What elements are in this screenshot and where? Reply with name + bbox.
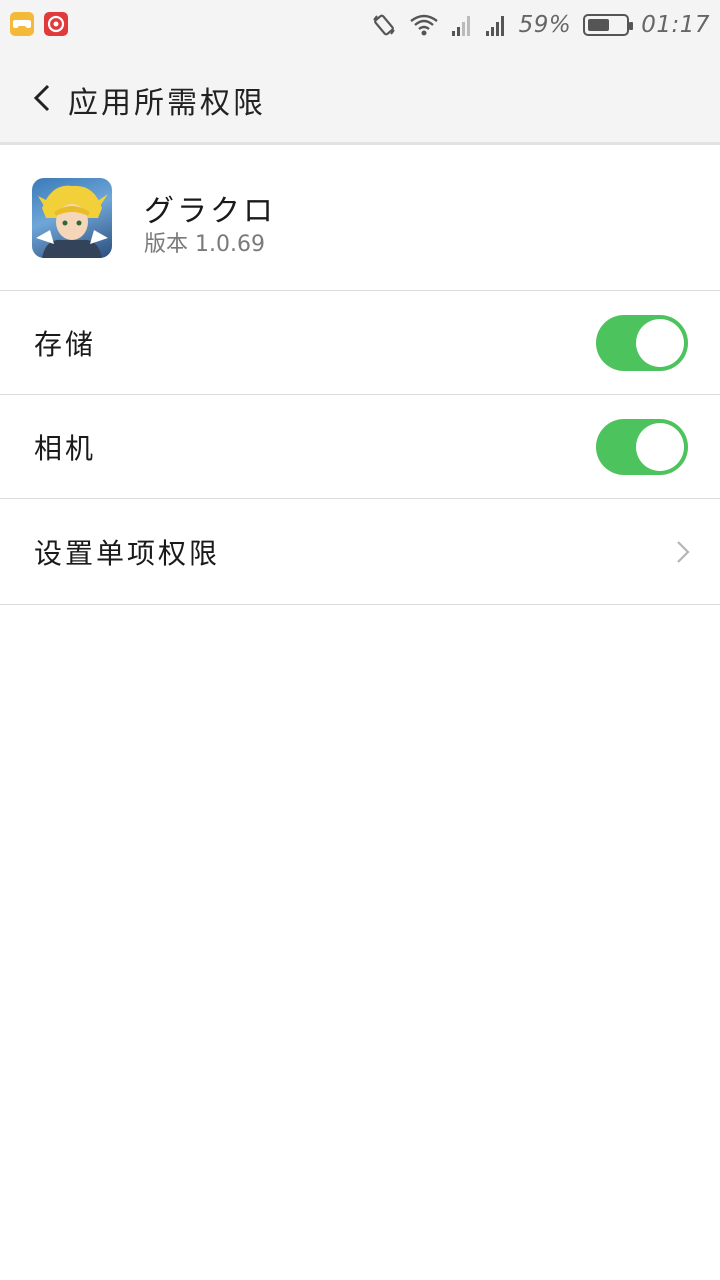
clock: 01:17	[641, 12, 710, 38]
app-icon	[32, 178, 112, 258]
music-icon	[44, 12, 68, 36]
single-permission-settings-row[interactable]: 设置单项权限	[0, 499, 720, 605]
permission-row-camera: 相机	[0, 395, 720, 499]
status-bar: 59% 01:17	[0, 0, 720, 50]
game-icon	[10, 12, 34, 36]
battery-percent: 59%	[518, 12, 572, 38]
wifi-icon	[409, 14, 438, 36]
app-version: 版本 1.0.69	[144, 232, 265, 257]
back-button[interactable]	[22, 76, 62, 120]
toggle-knob	[636, 318, 684, 367]
signal-icon	[485, 16, 504, 36]
app-info: グラクロ 版本 1.0.69	[0, 148, 720, 291]
page-title: 应用所需权限	[68, 86, 266, 121]
chevron-left-icon	[33, 84, 50, 112]
battery-icon	[583, 14, 634, 36]
rotate-icon	[372, 14, 395, 36]
chevron-right-icon	[677, 540, 690, 563]
storage-toggle[interactable]	[596, 314, 688, 371]
battery-level	[588, 19, 610, 31]
app-name: グラクロ	[144, 194, 276, 229]
header: 应用所需权限	[0, 50, 720, 145]
single-permission-label: 设置单项权限	[34, 536, 221, 570]
signal-icon	[451, 16, 470, 36]
toggle-knob	[636, 422, 684, 471]
permission-row-storage: 存储	[0, 291, 720, 395]
permission-label: 相机	[34, 431, 97, 465]
permission-label: 存储	[34, 327, 97, 361]
camera-toggle[interactable]	[596, 418, 688, 475]
